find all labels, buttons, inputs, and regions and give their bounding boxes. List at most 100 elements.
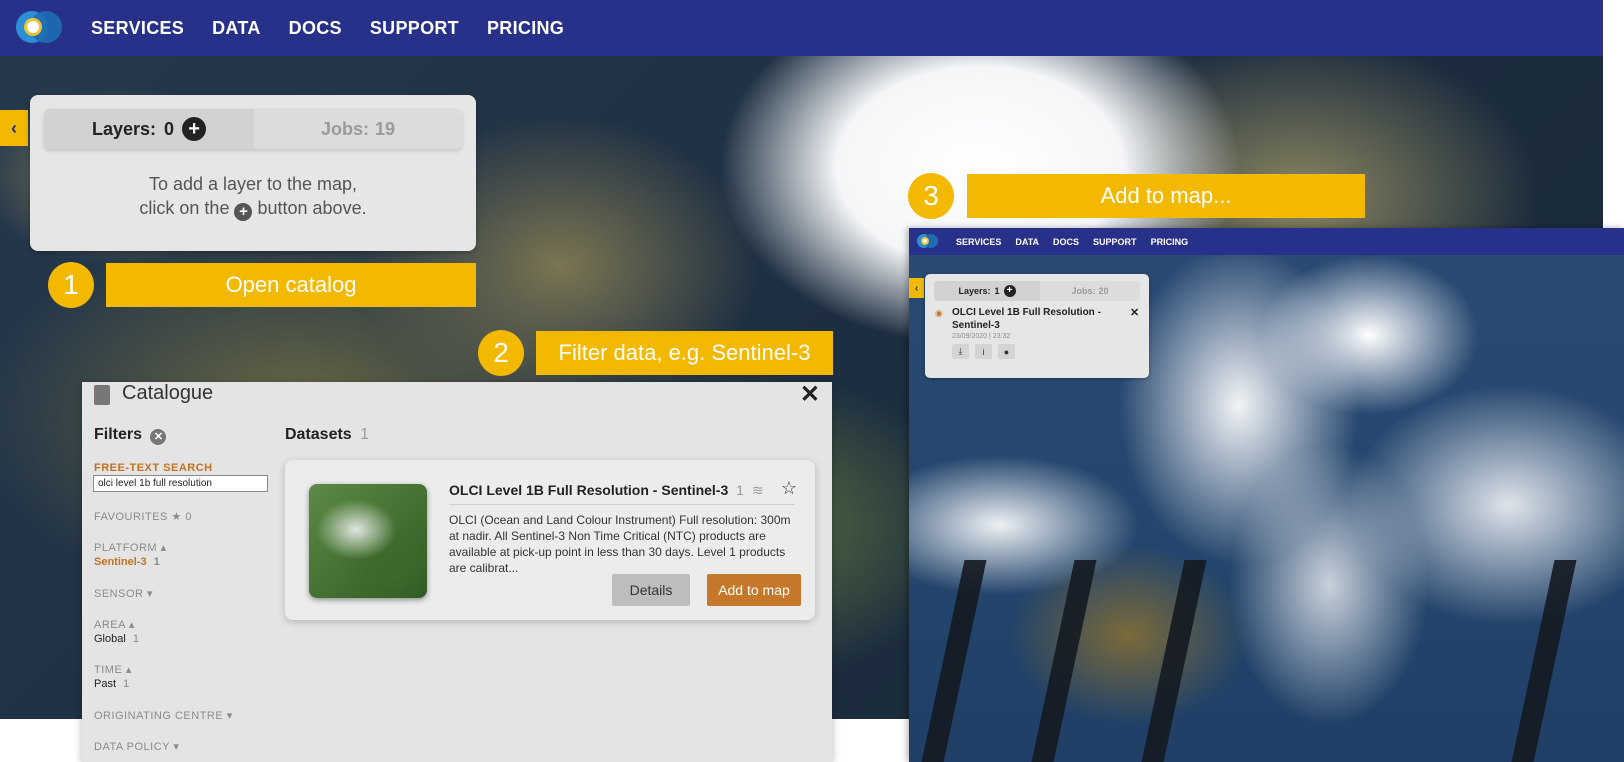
layers-icon: ≋	[751, 482, 764, 498]
panel-tabs: Layers: 0 + Jobs: 19	[44, 109, 462, 149]
logo-icon[interactable]	[16, 8, 64, 46]
chevron-down-icon: ▾	[226, 710, 233, 722]
chevron-up-icon: ▴	[128, 619, 135, 631]
eye-icon[interactable]: ◉	[935, 308, 943, 319]
divider	[449, 504, 795, 505]
filter-favourites[interactable]: FAVOURITES ★ 0	[94, 510, 192, 523]
filter-sensor[interactable]: SENSOR ▾	[94, 587, 153, 600]
top-navbar-result: SERVICES DATA DOCS SUPPORT PRICING	[909, 228, 1624, 255]
originating-label: ORIGINATING CENTRE	[94, 710, 224, 722]
chevron-up-icon: ▴	[125, 664, 132, 676]
add-to-map-button[interactable]: Add to map	[707, 574, 801, 606]
star-icon[interactable]: ☆	[781, 478, 797, 499]
platform-option[interactable]: Sentinel-3 1	[94, 556, 160, 568]
layers-panel: Layers: 0 + Jobs: 19 To add a layer to t…	[30, 95, 476, 251]
filter-platform[interactable]: PLATFORM ▴	[94, 541, 167, 554]
chevron-left-icon[interactable]: ‹	[909, 278, 924, 298]
nav-docs[interactable]: DOCS	[289, 18, 342, 39]
platform-label: PLATFORM	[94, 542, 158, 554]
layers-label: Layers:	[958, 286, 991, 296]
nav-menu: SERVICES DATA DOCS SUPPORT PRICING	[91, 0, 564, 56]
step-3-label: Add to map...	[967, 174, 1365, 218]
dataset-card[interactable]: OLCI Level 1B Full Resolution - Sentinel…	[285, 460, 815, 620]
catalogue-title: Catalogue	[122, 382, 214, 404]
free-text-label: FREE-TEXT SEARCH	[94, 462, 213, 474]
layer-actions: ⤓ i ●	[952, 344, 1015, 359]
jobs-label: Jobs:	[320, 118, 369, 139]
nav-services[interactable]: SERVICES	[956, 237, 1001, 247]
nav-data[interactable]: DATA	[1015, 237, 1039, 247]
filter-data-policy[interactable]: DATA POLICY ▾	[94, 740, 179, 753]
clear-filter-icon[interactable]: ✕	[150, 428, 167, 445]
filter-time[interactable]: TIME ▴	[94, 663, 132, 676]
search-input[interactable]	[93, 475, 268, 492]
nav-docs[interactable]: DOCS	[1053, 237, 1079, 247]
filter-originating-centre[interactable]: ORIGINATING CENTRE ▾	[94, 709, 233, 722]
platform-value: Sentinel-3	[94, 556, 147, 568]
tab-jobs[interactable]: Jobs: 20	[1040, 281, 1140, 301]
tab-layers[interactable]: Layers: 1 +	[934, 281, 1040, 301]
nav-support[interactable]: SUPPORT	[1093, 237, 1137, 247]
step-2-badge: 2	[478, 330, 524, 376]
drop-icon[interactable]: ●	[998, 344, 1015, 359]
nav-menu-result: SERVICES DATA DOCS SUPPORT PRICING	[956, 228, 1188, 255]
jobs-label: Jobs:	[1071, 286, 1096, 296]
layers-count: 1	[994, 286, 1000, 296]
nav-services[interactable]: SERVICES	[91, 18, 184, 39]
area-label: AREA	[94, 619, 126, 631]
logo-icon[interactable]	[917, 232, 939, 250]
hint-line-2: click on the + button above.	[30, 196, 476, 221]
close-icon[interactable]: ✕	[800, 380, 820, 409]
chevron-left-icon[interactable]: ‹	[0, 110, 28, 146]
dataset-title: OLCI Level 1B Full Resolution - Sentinel…	[449, 482, 729, 498]
layer-time: 23/09/2020 | 23:32	[952, 333, 1011, 340]
nav-support[interactable]: SUPPORT	[370, 18, 459, 39]
top-navbar: SERVICES DATA DOCS SUPPORT PRICING	[0, 0, 1603, 56]
time-label: TIME	[94, 664, 123, 676]
sensor-label: SENSOR	[94, 588, 144, 600]
info-icon[interactable]: i	[975, 344, 992, 359]
filters-heading: Filters ✕	[94, 426, 167, 445]
details-button[interactable]: Details	[612, 574, 690, 606]
download-icon[interactable]: ⤓	[952, 344, 969, 359]
chevron-down-icon: ▾	[147, 588, 154, 600]
dataset-thumbnail	[309, 484, 427, 598]
book-icon	[94, 385, 110, 405]
layers-label: Layers:	[91, 118, 157, 139]
tab-jobs[interactable]: Jobs: 19	[254, 109, 462, 149]
step-2-label: Filter data, e.g. Sentinel-3	[536, 331, 833, 375]
dataset-title-row: OLCI Level 1B Full Resolution - Sentinel…	[449, 482, 764, 499]
datasets-count: 1	[360, 426, 370, 443]
nav-data[interactable]: DATA	[212, 18, 261, 39]
step-1-badge: 1	[48, 262, 94, 308]
nav-pricing[interactable]: PRICING	[487, 18, 564, 39]
area-option[interactable]: Global 1	[94, 633, 139, 645]
hint-line-2-pre: click on the	[139, 198, 230, 218]
layer-title: OLCI Level 1B Full Resolution - Sentinel…	[952, 307, 1101, 331]
swath-gap	[913, 560, 987, 762]
star-icon: ★	[171, 511, 182, 523]
filter-area[interactable]: AREA ▴	[94, 618, 135, 631]
step-1-label: Open catalog	[106, 263, 476, 307]
plus-circle-icon[interactable]: +	[182, 117, 207, 141]
filters-label: Filters	[94, 426, 143, 443]
plus-circle-icon[interactable]: +	[1003, 285, 1016, 297]
panel-tabs-result: Layers: 1 + Jobs: 20	[934, 281, 1140, 301]
result-screenshot: SERVICES DATA DOCS SUPPORT PRICING ‹ Lay…	[909, 228, 1624, 762]
step-3-badge: 3	[908, 173, 954, 219]
time-value: Past	[94, 678, 117, 690]
tab-layers[interactable]: Layers: 0 +	[44, 109, 254, 149]
jobs-count: 19	[374, 118, 396, 139]
plus-circle-icon: +	[234, 202, 253, 221]
platform-count: 1	[153, 556, 160, 568]
close-icon[interactable]: ✕	[1130, 306, 1139, 319]
dataset-description: OLCI (Ocean and Land Colour Instrument) …	[449, 513, 791, 575]
dataset-layers-count: 1	[736, 482, 744, 498]
nav-pricing[interactable]: PRICING	[1151, 237, 1189, 247]
datasets-label: Datasets	[285, 426, 352, 443]
time-option[interactable]: Past 1	[94, 678, 129, 690]
chevron-down-icon: ▾	[173, 741, 180, 753]
chevron-up-icon: ▴	[160, 542, 167, 554]
catalogue-dialog: Catalogue ✕ Filters ✕ FREE-TEXT SEARCH F…	[82, 380, 832, 762]
favourites-label: FAVOURITES	[94, 511, 168, 523]
